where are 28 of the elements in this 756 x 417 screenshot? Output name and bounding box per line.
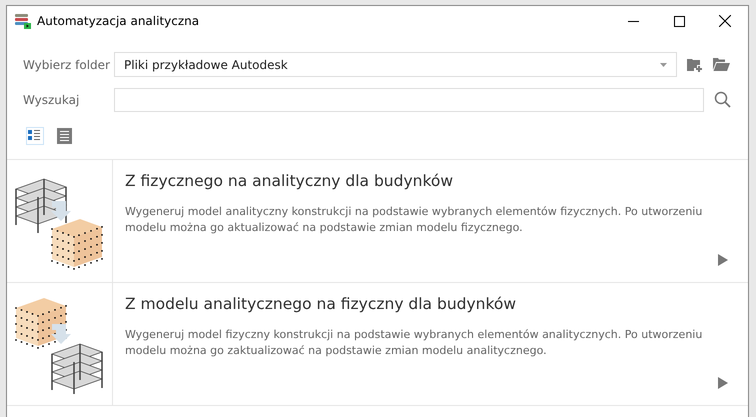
window-title: Automatyzacja analityczna	[37, 14, 200, 28]
new-folder-icon[interactable]	[687, 58, 703, 72]
arrow-icon	[50, 201, 70, 221]
folder-label: Wybierz folder	[23, 58, 111, 72]
app-icon	[15, 14, 31, 28]
search-label: Wyszukaj	[23, 93, 80, 107]
view-mode-button[interactable]	[57, 128, 73, 144]
play-icon	[718, 254, 728, 266]
automation-card[interactable]	[7, 160, 748, 283]
maximize-icon	[674, 16, 684, 26]
run-button[interactable]	[718, 254, 728, 266]
run-button[interactable]	[718, 377, 728, 389]
card-title: Z modelu analitycznego na fizyczny dla budynków	[125, 295, 518, 313]
automation-card[interactable]	[7, 283, 748, 406]
close-icon	[719, 15, 731, 27]
tile-view-icon	[27, 128, 41, 142]
card-description: Wygeneruj model fizyczny konstrukcji na podstawie wybranych elementów analitycznych. Po utworzeniu modelu można go zaktualizować na podstawie zmian modelu analitycznego.	[125, 327, 704, 359]
list-view-icon	[57, 128, 73, 144]
search-field[interactable]	[114, 88, 704, 112]
folder-icon[interactable]	[713, 58, 730, 71]
card-description: Wygeneruj model analityczny konstrukcji na podstawie wybranych elementów fizycznych. Po utworzeniu modelu można go aktualizować na podstawie zmian modelu fizycznego.	[125, 204, 704, 236]
caret-icon	[660, 62, 667, 66]
folder-dropdown[interactable]: Pliki przykładowe Autodesk	[114, 52, 677, 77]
view-mode-button[interactable]	[27, 128, 43, 144]
card-title: Z fizycznego na analityczny dla budynków	[125, 172, 454, 190]
arrow-icon	[50, 324, 70, 344]
search-icon[interactable]	[714, 91, 732, 109]
play-icon	[718, 377, 728, 389]
